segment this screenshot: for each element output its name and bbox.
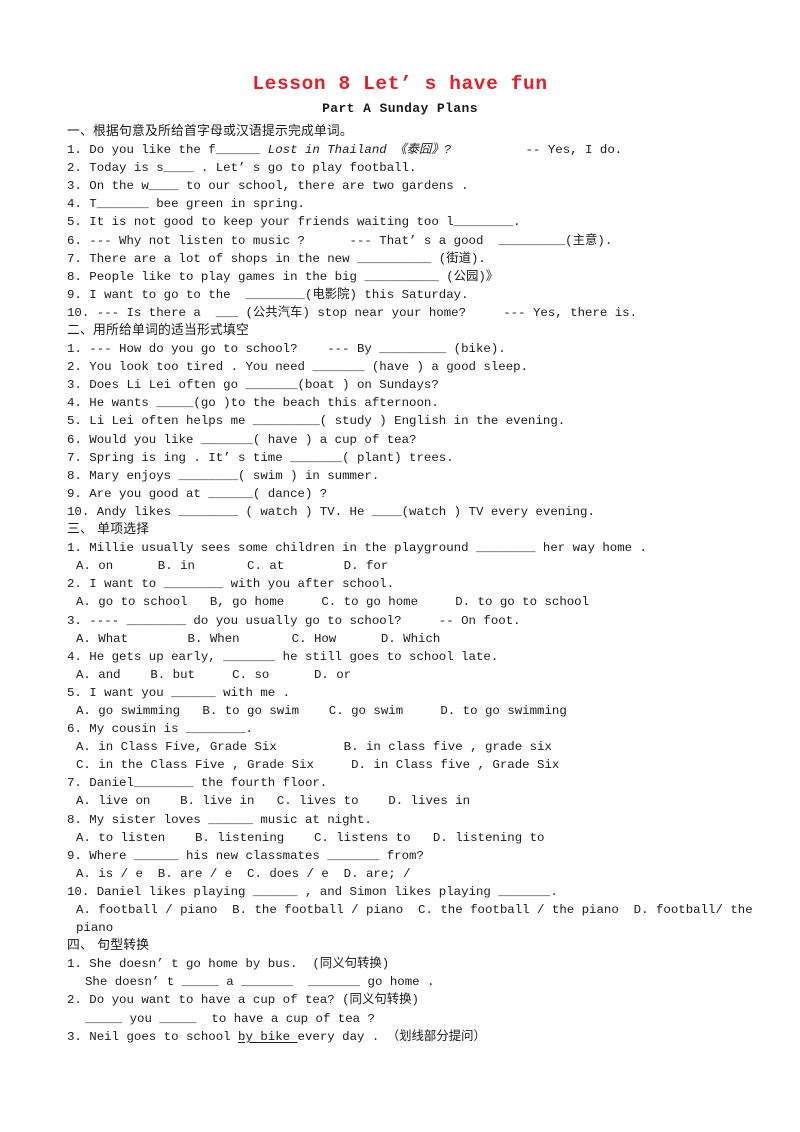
section-three-heading: 三、 单项选择 <box>67 522 150 538</box>
section-two-item-7: 7. Spring is ing . It’ s time _______( p… <box>67 450 454 465</box>
section-four-item-3: 3. Neil goes to school by bike every day… <box>67 1028 762 1046</box>
section-two-item-5: 5. Li Lei often helps me _________( stud… <box>67 414 566 429</box>
section-two-heading: 二、用所给单词的适当形式填空 <box>67 323 249 338</box>
section-four-item-1: 1. She doesn’ t go home by bus. (同义句转换) <box>67 957 390 972</box>
section-two-item-3: 3. Does Li Lei often go _______(boat ) o… <box>67 378 439 393</box>
item-1-text-a: 1. Do you like the f______ <box>67 143 268 158</box>
section-two-item-6: 6. Would you like _______( have ) a cup … <box>67 432 417 447</box>
section-one-item-8: 8. People like to play games in the big … <box>67 269 499 284</box>
section-three-item-9: 9. Where ______ his new classmates _____… <box>67 848 424 863</box>
item-3-underlined-phrase: by bike <box>238 1029 298 1044</box>
section-four-item-1-answer-line: She doesn’ t _____ a _______ _______ go … <box>85 975 435 990</box>
item-1-text-b: -- Yes, I do. <box>451 143 623 158</box>
section-three-item-6: 6. My cousin is ________. <box>67 722 253 737</box>
section-one-item-7: 7. There are a lot of shops in the new _… <box>67 251 486 266</box>
section-three-item-3: 3. ---- ________ do you usually go to sc… <box>67 613 521 628</box>
section-three-item-5-options: A. go swimming B. to go swim C. go swim … <box>76 703 567 718</box>
section-one-item-10: 10. --- Is there a ___ (公共汽车) stop near … <box>67 305 638 320</box>
section-two-item-10: 10. Andy likes ________ ( watch ) TV. He… <box>67 504 595 519</box>
section-four-heading: 四、 句型转换 <box>67 938 150 954</box>
section-three-item-1-options: A. on B. in C. at D. for <box>76 559 389 574</box>
section-three-item-10: 10. Daniel likes playing ______ , and Si… <box>67 884 558 899</box>
section-one-heading: 一、根据句意及所给首字母或汉语提示完成单词。 <box>67 123 353 139</box>
section-one-item-9: 9. I want to go to the ________(电影院) thi… <box>67 287 469 302</box>
section-three-item-5: 5. I want you ______ with me . <box>67 685 291 700</box>
section-two-item-1: 1. --- How do you go to school? --- By _… <box>67 342 506 357</box>
section-one-item-1: 1. Do you like the f______ Lost in Thail… <box>67 141 762 159</box>
section-three-item-4: 4. He gets up early, _______ he still go… <box>67 649 499 664</box>
section-three-item-7: 7. Daniel________ the fourth floor. <box>67 776 328 791</box>
section-three-item-6-options-ab: A. in Class Five, Grade Six B. in class … <box>76 740 552 755</box>
worksheet-body: 一、根据句意及所给首字母或汉语提示完成单词。 1. Do you like th… <box>0 117 800 1046</box>
section-one-item-4: 4. T_______ bee green in spring. <box>67 197 305 212</box>
section-one-item-6: 6. --- Why not listen to music ? --- Tha… <box>67 233 613 248</box>
page-subtitle: Part A Sunday Plans <box>322 101 478 117</box>
section-three-item-8: 8. My sister loves ______ music at night… <box>67 812 372 827</box>
section-two-item-2: 2. You look too tired . You need _______… <box>67 360 529 375</box>
section-three-item-7-options: A. live on B. live in C. lives to D. liv… <box>76 794 471 809</box>
section-four-item-2-answer-line: _____ you _____ to have a cup of tea ? <box>85 1011 375 1026</box>
page-title: Lesson 8 Let’ s have fun <box>252 73 548 95</box>
item-3-text-b: every day . （划线部分提问） <box>297 1029 486 1044</box>
worksheet-page: Lesson 8 Let’ s have fun Part A Sunday P… <box>0 0 800 1132</box>
section-two-item-9: 9. Are you good at ______( dance) ? <box>67 486 328 501</box>
section-three-item-10-options: A. football / piano B. the football / pi… <box>76 903 761 936</box>
section-one-item-5: 5. It is not good to keep your friends w… <box>67 215 521 230</box>
section-one-item-3: 3. On the w____ to our school, there are… <box>67 179 469 194</box>
section-three-item-4-options: A. and B. but C. so D. or <box>76 667 352 682</box>
section-three-item-8-options: A. to listen B. listening C. listens to … <box>76 830 545 845</box>
section-two-item-8: 8. Mary enjoys ________( swim ) in summe… <box>67 468 380 483</box>
section-three-item-2-options: A. go to school B, go home C. to go home… <box>76 595 590 610</box>
item-3-text-a: 3. Neil goes to school <box>67 1029 239 1044</box>
item-1-title-italic: Lost in Thailand 《泰囧》? <box>267 143 452 158</box>
section-one-item-2: 2. Today is s____ . Let’ s go to play fo… <box>67 161 417 176</box>
section-three-item-2: 2. I want to ________ with you after sch… <box>67 577 395 592</box>
section-three-item-6-options-cd: C. in the Class Five , Grade Six D. in C… <box>76 758 560 773</box>
section-three-item-9-options: A. is / e B. are / e C. does / e D. are;… <box>76 866 411 881</box>
section-two-item-4: 4. He wants _____(go )to the beach this … <box>67 396 439 411</box>
section-three-item-1: 1. Millie usually sees some children in … <box>67 541 647 556</box>
section-four-item-2: 2. Do you want to have a cup of tea? (同义… <box>67 993 419 1008</box>
section-three-item-3-options: A. What B. When C. How D. Which <box>76 631 441 646</box>
